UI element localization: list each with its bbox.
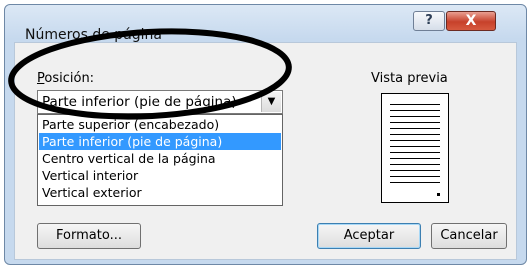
preview-text-line: [390, 110, 440, 111]
dropdown-option-center[interactable]: Centro vertical de la página: [39, 150, 281, 167]
aceptar-button[interactable]: Aceptar: [317, 223, 421, 249]
close-icon: X: [465, 13, 477, 29]
preview-label: Vista previa: [371, 71, 448, 86]
position-combobox[interactable]: Parte inferior (pie de página) ▼: [37, 90, 283, 114]
dropdown-option-inside[interactable]: Vertical interior: [39, 167, 281, 184]
position-label: Posición:: [37, 71, 95, 86]
preview-text-line: [390, 104, 440, 105]
cancelar-button-label: Cancelar: [440, 228, 498, 243]
preview-text-line: [390, 134, 440, 135]
preview-page-thumbnail: [381, 93, 449, 203]
cancelar-button[interactable]: Cancelar: [431, 223, 507, 249]
preview-text-line: [390, 152, 440, 153]
close-button[interactable]: X: [446, 11, 496, 31]
preview-text-line: [390, 140, 440, 141]
help-button[interactable]: ?: [413, 11, 445, 31]
preview-text-line: [390, 170, 440, 171]
preview-text-line: [390, 116, 440, 117]
aceptar-button-label: Aceptar: [343, 228, 395, 243]
dialog-body: Posición: Parte inferior (pie de página)…: [14, 42, 517, 260]
title-bar: Números de página ? X: [5, 5, 526, 43]
help-icon: ?: [425, 13, 433, 28]
preview-text-line: [390, 158, 440, 159]
formato-button[interactable]: Formato...: [37, 223, 141, 249]
position-selected-value: Parte inferior (pie de página): [42, 94, 237, 110]
dropdown-option-bottom[interactable]: Parte inferior (pie de página): [39, 133, 281, 150]
preview-text-line: [390, 146, 440, 147]
preview-text-line: [390, 122, 440, 123]
chevron-down-icon[interactable]: ▼: [261, 92, 281, 112]
formato-button-label: Formato...: [56, 228, 122, 243]
dropdown-option-outside[interactable]: Vertical exterior: [39, 184, 281, 201]
preview-page-number-marker: [437, 193, 440, 196]
preview-text-line: [390, 176, 440, 177]
dialog-title: Números de página: [25, 27, 162, 43]
page-numbers-dialog: Números de página ? X Posición: Parte in…: [4, 4, 527, 265]
dropdown-option-top[interactable]: Parte superior (encabezado): [39, 116, 281, 133]
position-dropdown-list: Parte superior (encabezado) Parte inferi…: [37, 114, 283, 206]
preview-text-line: [390, 164, 440, 165]
preview-text-line: [390, 128, 440, 129]
preview-text-line: [390, 182, 440, 183]
